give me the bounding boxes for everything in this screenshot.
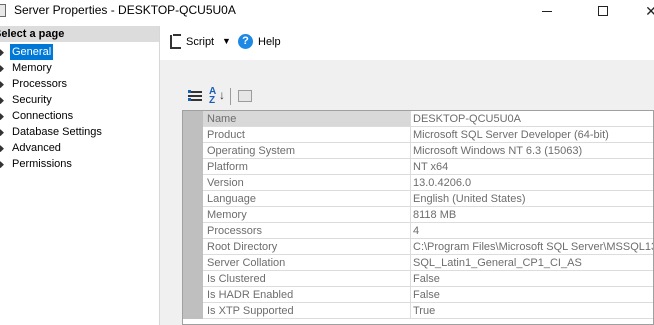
row-gutter bbox=[183, 111, 203, 127]
help-icon[interactable]: ? bbox=[238, 34, 253, 49]
property-name: Name bbox=[203, 111, 411, 127]
maximize-icon bbox=[598, 6, 608, 16]
categorized-button[interactable] bbox=[186, 87, 204, 105]
property-row[interactable]: Server Collation SQL_Latin1_General_CP1_C… bbox=[183, 255, 653, 271]
minimize-button[interactable] bbox=[524, 0, 570, 22]
page-item-label: Advanced bbox=[12, 142, 61, 154]
help-button[interactable]: Help bbox=[258, 36, 281, 48]
page-item-label: General bbox=[10, 44, 54, 60]
row-gutter bbox=[183, 223, 203, 239]
property-name: Operating System bbox=[203, 143, 411, 159]
property-row[interactable]: Root Directory C:\Program Files\Microsoft… bbox=[183, 239, 653, 255]
row-gutter bbox=[183, 239, 203, 255]
script-button[interactable]: Script bbox=[186, 36, 214, 48]
minimize-icon bbox=[542, 10, 552, 12]
close-button[interactable]: ✕ bbox=[628, 0, 654, 22]
property-name: Is HADR Enabled bbox=[203, 287, 411, 303]
title-bar: Server Properties - DESKTOP-QCU5U0A ✕ bbox=[0, 0, 654, 22]
row-gutter bbox=[183, 175, 203, 191]
property-row[interactable]: Is HADR Enabled False bbox=[183, 287, 653, 303]
page-item-label: Security bbox=[12, 94, 52, 106]
categorized-icon bbox=[188, 90, 202, 102]
page-item-label: Permissions bbox=[12, 158, 72, 170]
window-title: Server Properties - DESKTOP-QCU5U0A bbox=[14, 3, 236, 17]
page-bullet-icon: ◆ bbox=[0, 143, 4, 153]
row-gutter bbox=[183, 143, 203, 159]
script-dropdown-icon[interactable]: ▼ bbox=[222, 36, 231, 46]
property-value[interactable]: DESKTOP-QCU5U0A bbox=[411, 111, 653, 127]
page-bullet-icon: ◆ bbox=[0, 95, 4, 105]
page-item-label: Connections bbox=[12, 110, 74, 122]
property-name: Platform bbox=[203, 159, 411, 175]
property-value[interactable]: Microsoft Windows NT 6.3 (15063) bbox=[411, 143, 653, 159]
property-value[interactable]: 4 bbox=[411, 223, 653, 239]
property-name: Is XTP Supported bbox=[203, 303, 411, 319]
property-row[interactable]: Processors 4 bbox=[183, 223, 653, 239]
page-bullet-icon: ◆ bbox=[0, 47, 4, 57]
row-gutter bbox=[183, 271, 203, 287]
property-row[interactable]: Is Clustered False bbox=[183, 271, 653, 287]
property-row[interactable]: Name DESKTOP-QCU5U0A bbox=[183, 111, 653, 127]
property-value[interactable]: False bbox=[411, 271, 653, 287]
property-name: Language bbox=[203, 191, 411, 207]
close-icon: ✕ bbox=[645, 3, 654, 19]
property-name: Version bbox=[203, 175, 411, 191]
page-item-label: Database Settings bbox=[12, 126, 102, 138]
toolbar-separator bbox=[230, 88, 231, 105]
property-value[interactable]: C:\Program Files\Microsoft SQL Server\MS… bbox=[411, 239, 653, 255]
page-item-label: Memory bbox=[12, 62, 52, 74]
property-pages-icon bbox=[238, 90, 252, 102]
alphabetical-button[interactable]: A Z ↓ bbox=[208, 86, 226, 106]
property-row[interactable]: Is XTP Supported True bbox=[183, 303, 653, 319]
page-selector-pane: Select a page ◆ General ◆ Memory ◆ Proce… bbox=[0, 26, 160, 325]
row-gutter bbox=[183, 191, 203, 207]
properties-pane: Script ▼ ? Help A Z ↓ Name DESKTOP-QCU5U0A P… bbox=[160, 26, 654, 325]
property-value[interactable]: False bbox=[411, 287, 653, 303]
page-bullet-icon: ◆ bbox=[0, 127, 4, 137]
property-name: Memory bbox=[203, 207, 411, 223]
row-gutter bbox=[183, 255, 203, 271]
sort-az-icon: A Z ↓ bbox=[209, 86, 225, 106]
property-value[interactable]: 8118 MB bbox=[411, 207, 653, 223]
page-bullet-icon: ◆ bbox=[0, 159, 4, 169]
property-value[interactable]: English (United States) bbox=[411, 191, 653, 207]
script-icon[interactable] bbox=[170, 34, 181, 49]
property-name: Product bbox=[203, 127, 411, 143]
property-value[interactable]: True bbox=[411, 303, 653, 319]
app-icon bbox=[0, 4, 6, 17]
page-bullet-icon: ◆ bbox=[0, 79, 4, 89]
property-value[interactable]: NT x64 bbox=[411, 159, 653, 175]
property-name: Root Directory bbox=[203, 239, 411, 255]
property-name: Server Collation bbox=[203, 255, 411, 271]
row-gutter bbox=[183, 127, 203, 143]
toolbar: Script ▼ ? Help bbox=[160, 26, 654, 58]
property-row[interactable]: Version 13.0.4206.0 bbox=[183, 175, 653, 191]
page-bullet-icon: ◆ bbox=[0, 63, 4, 73]
property-value[interactable]: Microsoft SQL Server Developer (64-bit) bbox=[411, 127, 653, 143]
property-row[interactable]: Language English (United States) bbox=[183, 191, 653, 207]
property-row[interactable]: Platform NT x64 bbox=[183, 159, 653, 175]
row-gutter bbox=[183, 207, 203, 223]
property-grid-area: A Z ↓ Name DESKTOP-QCU5U0A Product Microsoft … bbox=[160, 60, 654, 325]
property-value[interactable]: 13.0.4206.0 bbox=[411, 175, 653, 191]
page-item-label: Processors bbox=[12, 78, 68, 90]
property-pages-button[interactable] bbox=[236, 87, 254, 105]
page-selector-header: Select a page bbox=[0, 26, 159, 42]
property-name: Processors bbox=[203, 223, 411, 239]
property-row[interactable]: Product Microsoft SQL Server Developer (6… bbox=[183, 127, 653, 143]
property-row[interactable]: Memory 8118 MB bbox=[183, 207, 653, 223]
page-bullet-icon: ◆ bbox=[0, 111, 4, 121]
property-value[interactable]: SQL_Latin1_General_CP1_CI_AS bbox=[411, 255, 653, 271]
maximize-button[interactable] bbox=[580, 0, 626, 22]
property-row[interactable]: Operating System Microsoft Windows NT 6.3… bbox=[183, 143, 653, 159]
property-name: Is Clustered bbox=[203, 271, 411, 287]
row-gutter bbox=[183, 303, 203, 319]
row-gutter bbox=[183, 159, 203, 175]
row-gutter bbox=[183, 287, 203, 303]
property-grid: Name DESKTOP-QCU5U0A Product Microsoft SQL … bbox=[182, 110, 654, 325]
